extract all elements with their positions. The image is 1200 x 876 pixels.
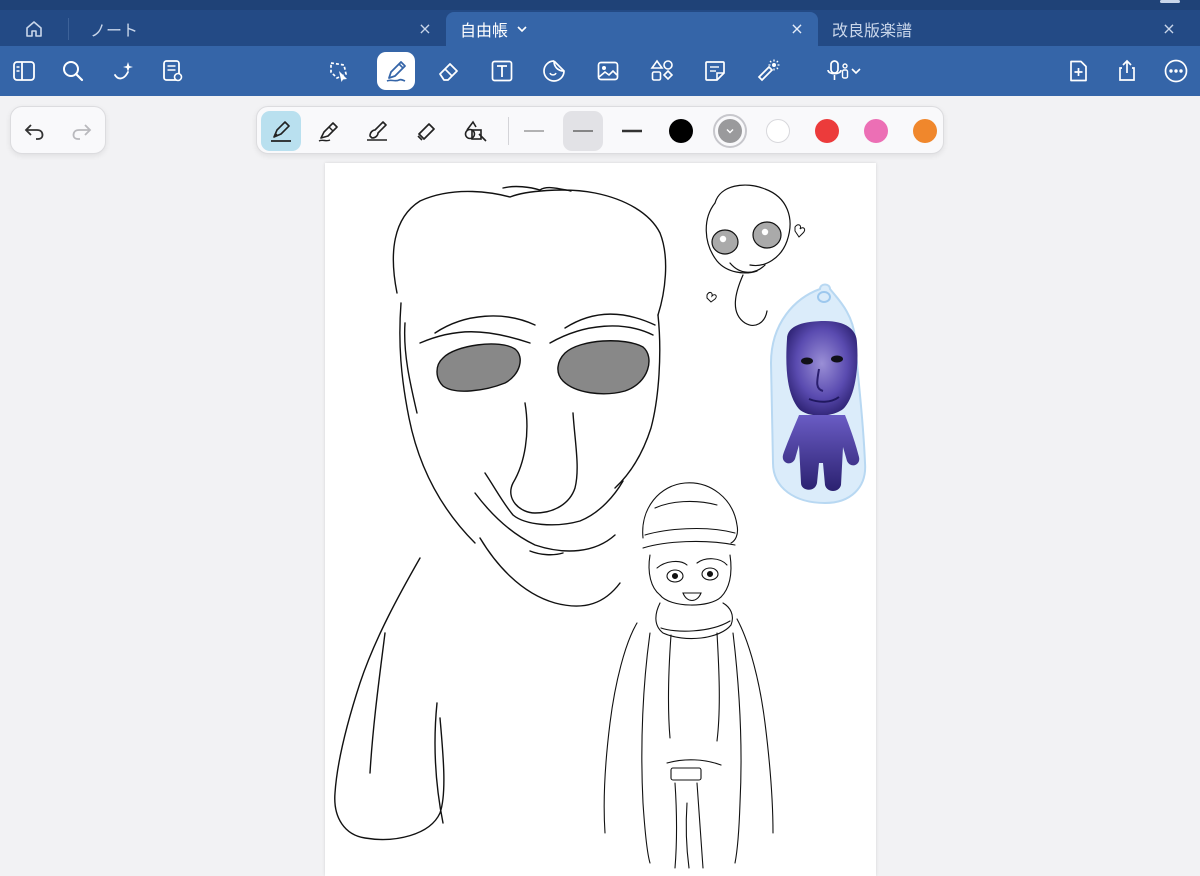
text-box-icon	[491, 60, 513, 82]
more-button[interactable]	[1157, 52, 1195, 90]
tab-label: 改良版楽譜	[832, 21, 913, 40]
document-view-icon	[163, 60, 183, 82]
color-swatch-pink[interactable]	[864, 119, 888, 143]
highlighter-button[interactable]	[407, 111, 447, 151]
eraser-icon	[439, 63, 458, 81]
house-icon	[26, 21, 42, 37]
share-icon	[1119, 59, 1135, 81]
redo-button[interactable]	[67, 116, 97, 146]
audio-record-button[interactable]	[812, 52, 874, 90]
body-outline-sketch	[334, 557, 445, 841]
brush-pen-icon	[367, 121, 387, 141]
main-toolbar	[0, 46, 1200, 96]
undo-icon	[24, 124, 44, 140]
color-swatch-orange[interactable]	[913, 119, 937, 143]
sidebar-icon	[13, 61, 35, 81]
shapes-tool-button[interactable]	[643, 52, 681, 90]
pen-tool-button[interactable]	[377, 52, 415, 90]
sidebar-toggle-button[interactable]	[5, 52, 43, 90]
eraser-tool-button[interactable]	[430, 52, 468, 90]
laser-pointer-icon	[757, 59, 780, 82]
color-swatch-gray	[718, 119, 742, 143]
ballpoint-pen-button[interactable]	[309, 111, 349, 151]
window-menu-icon[interactable]	[1156, 0, 1184, 6]
share-button[interactable]	[1108, 52, 1146, 90]
ai-assist-button[interactable]	[104, 52, 142, 90]
sticker-tool-button[interactable]	[535, 52, 573, 90]
color-swatch-gray-selected[interactable]	[713, 114, 747, 148]
highlighter-icon	[417, 123, 435, 141]
lasso-icon	[330, 62, 347, 82]
sparkle-icon	[114, 62, 133, 80]
lasso-tool-button[interactable]	[319, 52, 357, 90]
large-face-sketch	[392, 185, 667, 607]
search-icon	[63, 61, 84, 82]
chevron-down-icon	[851, 68, 861, 75]
purple-character-sticker	[769, 283, 867, 505]
stroke-width-medium[interactable]	[563, 111, 603, 151]
add-page-icon	[1070, 60, 1087, 82]
status-strip	[0, 0, 1200, 10]
tab-free-notebook[interactable]: 自由帳 ×	[446, 12, 818, 46]
text-box-tool-button[interactable]	[483, 52, 521, 90]
handwritten-drawing	[334, 184, 867, 869]
shape-pen-button[interactable]	[456, 111, 496, 151]
chevron-down-icon[interactable]	[516, 23, 528, 35]
add-page-button[interactable]	[1059, 52, 1097, 90]
brush-pen-button[interactable]	[357, 111, 397, 151]
shape-pen-icon	[464, 120, 487, 142]
shapes-icon	[650, 59, 674, 81]
stroke-width-thin[interactable]	[514, 111, 554, 151]
sticky-note-icon	[705, 61, 725, 81]
tab-label: ノート	[90, 21, 139, 40]
sticky-note-tool-button[interactable]	[696, 52, 734, 90]
tab-note[interactable]: ノート ×	[68, 12, 446, 46]
pen-icon	[386, 61, 406, 82]
tab-improved-score[interactable]: 改良版楽譜 ×	[818, 12, 1200, 46]
character-line-art	[603, 482, 774, 869]
tab-bar: ノート × 自由帳 × 改良版楽譜 ×	[0, 0, 1200, 46]
undo-redo-panel	[10, 106, 106, 154]
redo-icon	[72, 124, 92, 140]
more-icon	[1164, 59, 1188, 83]
tab-label: 自由帳	[460, 21, 509, 40]
thick-line-icon	[622, 129, 642, 133]
tab-home[interactable]	[0, 12, 68, 46]
fountain-pen-button[interactable]	[261, 111, 301, 151]
chevron-down-icon	[726, 129, 734, 134]
document-view-button[interactable]	[153, 52, 191, 90]
cute-face-doodle	[705, 184, 806, 326]
color-swatch-red[interactable]	[815, 119, 839, 143]
laser-pointer-tool-button[interactable]	[749, 52, 787, 90]
medium-line-icon	[573, 130, 593, 132]
tab-close-button[interactable]: ×	[788, 20, 806, 38]
image-tool-button[interactable]	[589, 52, 627, 90]
search-button[interactable]	[54, 52, 92, 90]
thin-line-icon	[524, 130, 544, 132]
fountain-pen-icon	[271, 121, 291, 142]
undo-button[interactable]	[19, 116, 49, 146]
palette-divider	[508, 117, 509, 145]
notebook-page[interactable]	[325, 163, 876, 876]
color-swatch-black[interactable]	[669, 119, 693, 143]
color-swatch-white[interactable]	[766, 119, 790, 143]
tab-close-button[interactable]: ×	[1160, 20, 1178, 38]
stroke-width-thick[interactable]	[612, 111, 652, 151]
pen-palette	[256, 106, 944, 154]
sticker-icon	[543, 60, 565, 82]
tab-close-button[interactable]: ×	[416, 20, 434, 38]
microphone-icon	[827, 60, 849, 80]
ballpoint-pen-icon	[318, 122, 338, 142]
image-icon	[597, 61, 619, 81]
